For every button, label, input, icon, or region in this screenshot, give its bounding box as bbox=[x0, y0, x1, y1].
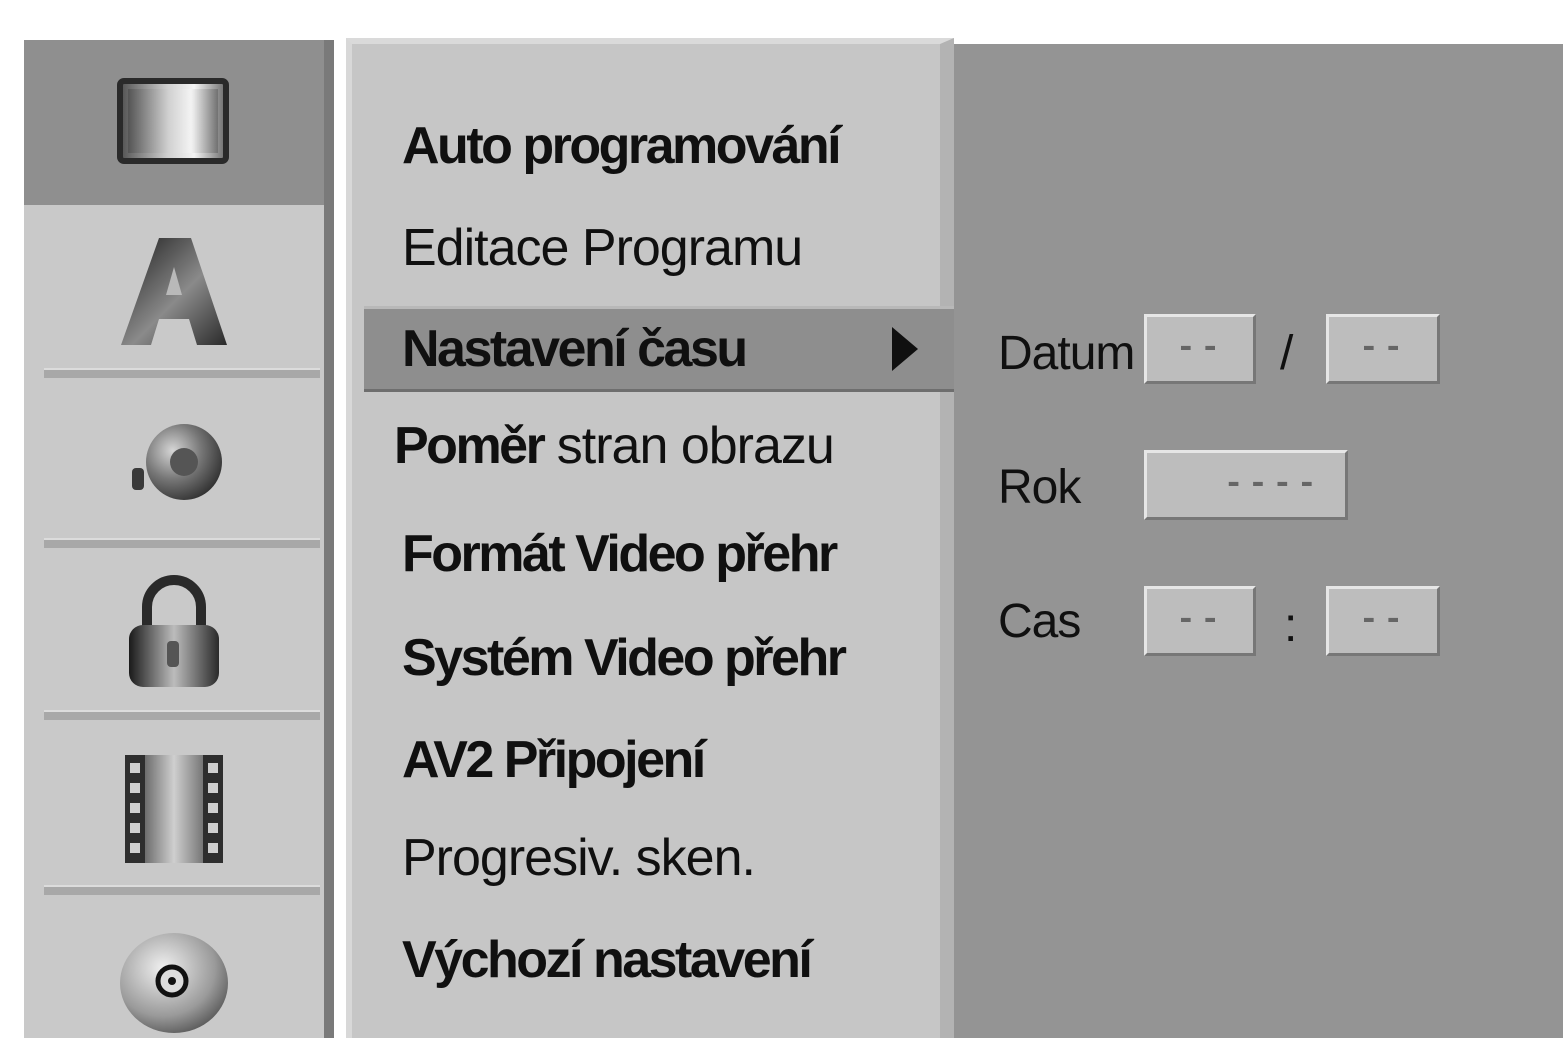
film-icon bbox=[125, 754, 223, 863]
audio-icon bbox=[132, 423, 222, 500]
menu-item-label-bold: Poměr bbox=[394, 417, 546, 475]
menu-item-label: Auto programování bbox=[402, 117, 842, 175]
menu-item-label: Progresiv. sken. bbox=[402, 829, 756, 887]
menu-item-av2-connection[interactable]: AV2 Připojení bbox=[402, 720, 942, 800]
category-disc[interactable] bbox=[24, 898, 324, 1063]
category-language[interactable] bbox=[24, 210, 324, 375]
menu-item-aspect-ratio[interactable]: Poměr stran obrazu bbox=[394, 406, 934, 486]
cas-hour-field[interactable]: -- bbox=[1144, 586, 1256, 656]
category-screen[interactable] bbox=[24, 40, 324, 205]
datum-label: Datum bbox=[998, 327, 1135, 380]
menu-item-clock-set[interactable]: Nastavení času bbox=[364, 306, 964, 392]
datum-separator: / bbox=[1280, 327, 1294, 380]
clock-settings-panel: Datum -- / -- Rok ---- Cas -- : -- bbox=[954, 44, 1563, 1038]
menu-item-label: AV2 Připojení bbox=[402, 731, 706, 789]
menu-item-label-rest: stran obrazu bbox=[543, 417, 835, 475]
menu-item-label: Editace Programu bbox=[402, 219, 803, 277]
datum-day-field[interactable]: -- bbox=[1144, 314, 1256, 384]
rok-field[interactable]: ---- bbox=[1144, 450, 1348, 520]
menu-item-label: Systém Video přehr bbox=[402, 629, 847, 687]
cas-separator: : bbox=[1284, 599, 1298, 652]
menu-item-label: Výchozí nastavení bbox=[402, 931, 813, 989]
menu-item-factory-reset[interactable]: Výchozí nastavení bbox=[402, 920, 942, 1000]
datum-month-field[interactable]: -- bbox=[1326, 314, 1440, 384]
setup-menu: Auto programování Editace Programu Nasta… bbox=[346, 38, 964, 1038]
screen-icon bbox=[117, 77, 229, 164]
menu-item-auto-programming[interactable]: Auto programování bbox=[402, 106, 942, 186]
submenu-arrow-icon bbox=[892, 327, 918, 371]
menu-item-progressive-scan[interactable]: Progresiv. sken. bbox=[402, 818, 942, 898]
menu-item-video-system[interactable]: Systém Video přehr bbox=[402, 618, 942, 698]
lock-icon bbox=[129, 574, 219, 687]
menu-item-label: Nastavení času bbox=[402, 320, 748, 378]
category-sidebar bbox=[24, 40, 334, 1038]
cas-label: Cas bbox=[998, 595, 1081, 648]
cas-minute-field[interactable]: -- bbox=[1326, 586, 1440, 656]
language-icon bbox=[121, 237, 227, 345]
category-lock[interactable] bbox=[24, 552, 324, 717]
rok-label: Rok bbox=[998, 461, 1081, 514]
category-recording[interactable] bbox=[24, 726, 324, 891]
disc-icon bbox=[120, 932, 228, 1033]
menu-item-program-edit[interactable]: Editace Programu bbox=[402, 208, 942, 288]
menu-item-label: Formát Video přehr bbox=[402, 525, 838, 583]
menu-item-video-format[interactable]: Formát Video přehr bbox=[402, 514, 942, 594]
category-audio[interactable] bbox=[24, 382, 324, 547]
